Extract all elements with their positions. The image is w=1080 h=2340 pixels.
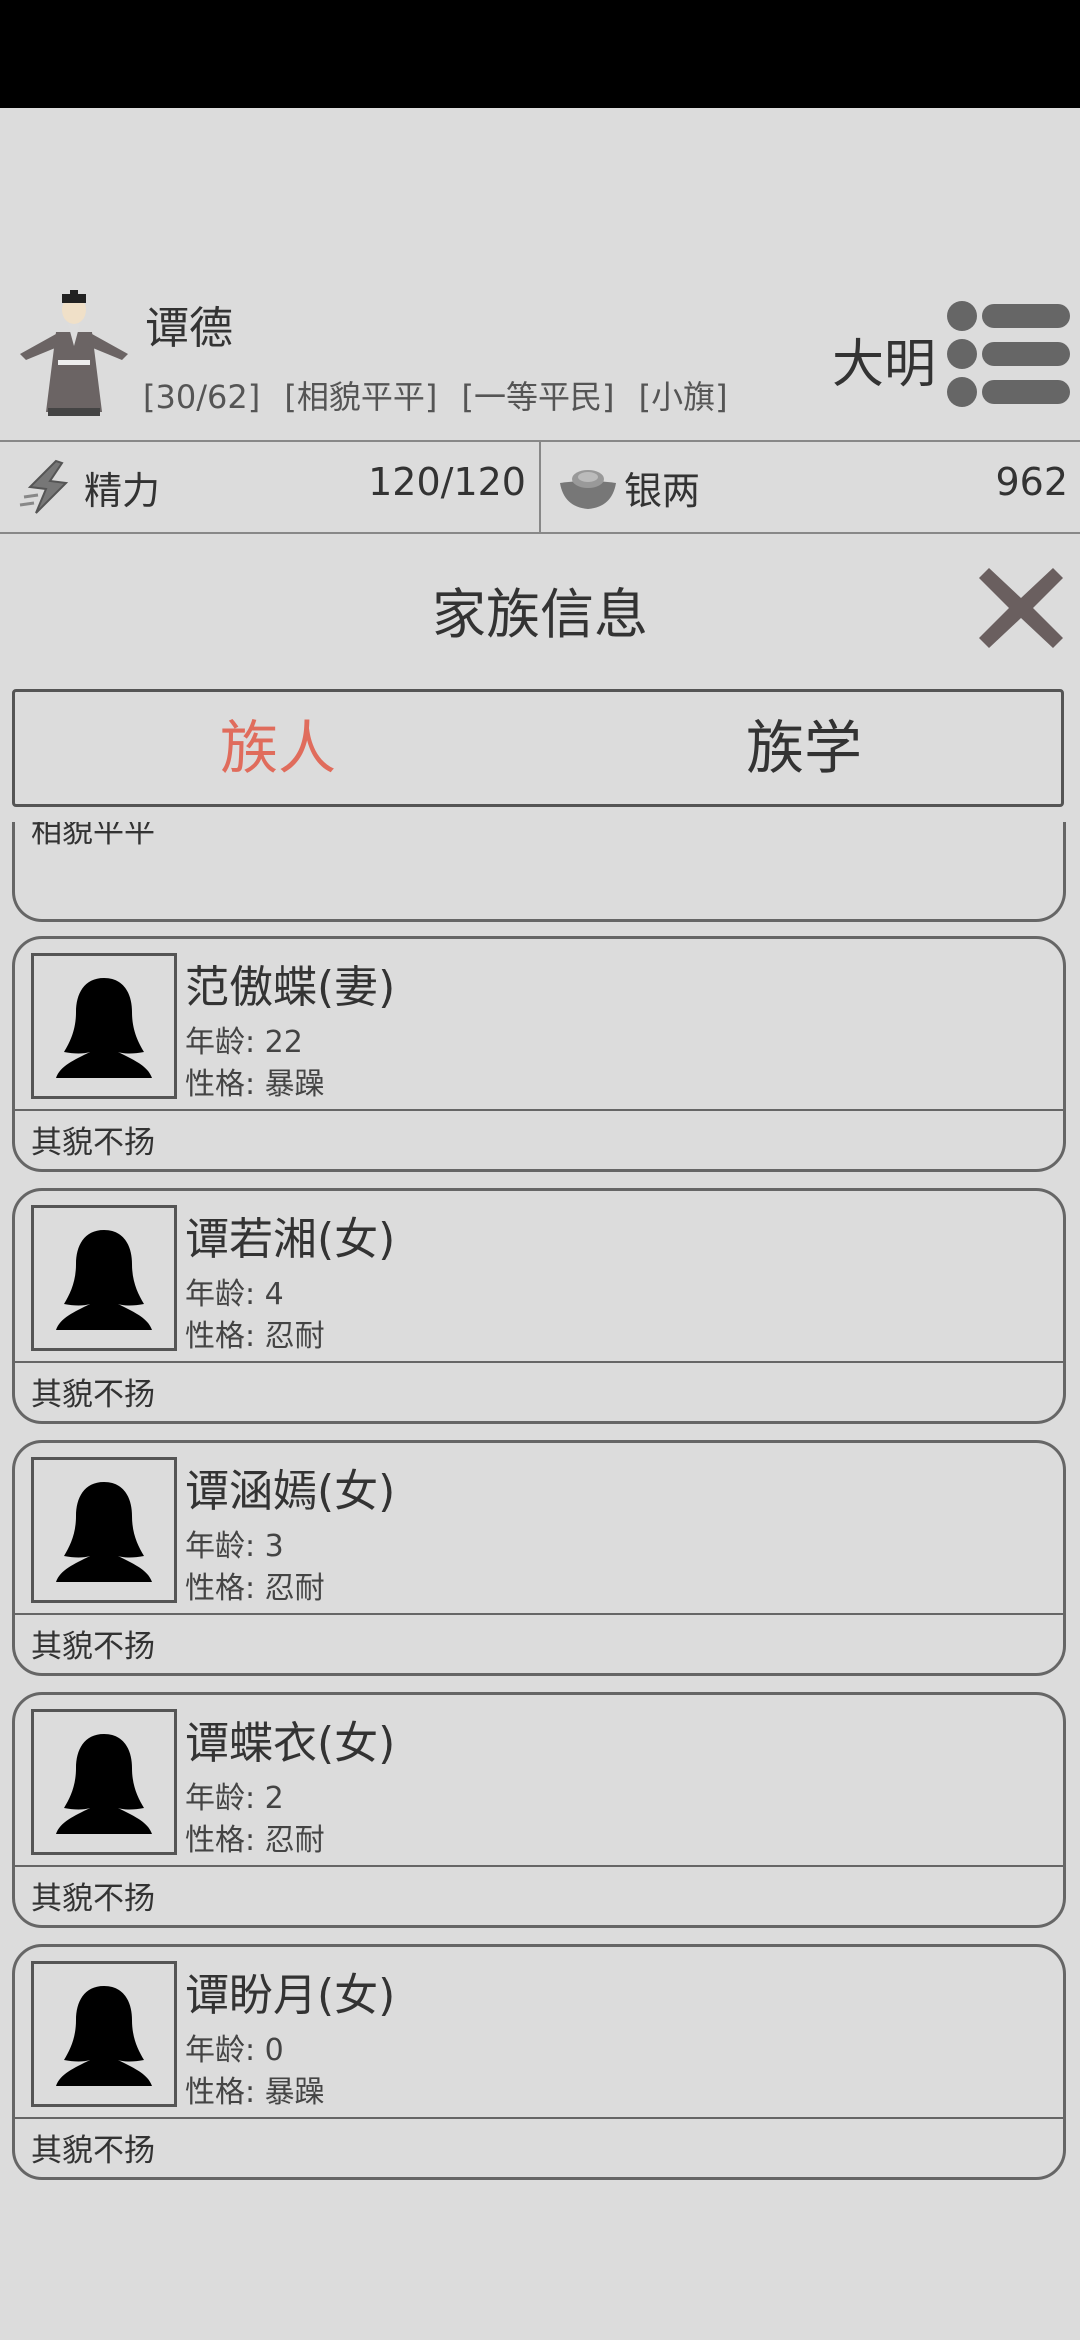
member-age: 年龄: 2 [185,1781,284,1816]
card-divider [15,1361,1063,1363]
female-silhouette-icon [31,1205,177,1351]
tag-appearance: [相貌平平] [284,378,438,416]
member-card[interactable]: 范傲蝶(妻) 年龄: 22 性格: 暴躁 其貌不扬 [12,936,1066,1172]
tab-clan-members[interactable]: 族人 [15,692,541,804]
player-name: 谭德 [145,303,233,354]
member-looks: 其貌不扬 [31,1377,155,1413]
card-divider [15,1613,1063,1615]
member-personality: 性格: 暴躁 [185,1067,325,1102]
member-looks: 其貌不扬 [31,1629,155,1665]
member-age: 年龄: 3 [185,1529,284,1564]
player-tags: [30/62] [相貌平平] [一等平民] [小旗] [143,372,742,418]
tab-clan-school[interactable]: 族学 [541,692,1067,804]
member-looks: 其貌不扬 [31,1881,155,1917]
member-name: 谭涵嫣(女) [185,1466,396,1517]
female-silhouette-icon [31,953,177,1099]
member-card[interactable]: 谭蝶衣(女) 年龄: 2 性格: 忍耐 其貌不扬 [12,1692,1066,1928]
member-name: 谭若湘(女) [185,1214,396,1265]
member-personality: 性格: 忍耐 [185,1319,325,1354]
member-personality: 性格: 忍耐 [185,1571,325,1606]
member-looks: 其貌不扬 [31,1125,155,1161]
dynasty-label: 大明 [832,335,937,395]
member-card[interactable]: 谭若湘(女) 年龄: 4 性格: 忍耐 其貌不扬 [12,1188,1066,1424]
card-divider [15,1865,1063,1867]
member-age: 年龄: 0 [185,2033,284,2068]
member-name: 谭蝶衣(女) [185,1718,396,1769]
menu-icon[interactable] [944,294,1074,414]
member-personality: 性格: 暴躁 [185,2075,325,2110]
silver-label: 银两 [624,469,701,513]
energy-bolt-icon [19,459,69,514]
silver-ingot-icon [560,470,616,509]
silver-value: 962 [995,460,1068,504]
player-header: 谭德 [30/62] [相貌平平] [一等平民] [小旗] 大明 [0,280,1080,440]
resource-divider [539,442,541,532]
tab-bar: 族人 族学 [12,689,1064,807]
tag-stats: [30/62] [143,378,261,416]
energy-label: 精力 [84,469,161,513]
female-silhouette-icon [31,1457,177,1603]
member-name: 谭盼月(女) [185,1970,396,2021]
member-card[interactable]: 谭盼月(女) 年龄: 0 性格: 暴躁 其貌不扬 [12,1944,1066,2180]
member-card[interactable]: 谭涵嫣(女) 年龄: 3 性格: 忍耐 其貌不扬 [12,1440,1066,1676]
member-looks: 相貌平平 [31,822,155,850]
member-name: 范傲蝶(妻) [185,962,396,1013]
member-personality: 性格: 忍耐 [185,1823,325,1858]
close-icon[interactable] [975,562,1067,654]
member-age: 年龄: 22 [185,1025,303,1060]
card-divider [15,2117,1063,2119]
member-list[interactable]: 相貌平平 范傲蝶(妻) 年龄: 22 性格: 暴躁 其貌不扬 谭若湘(女) 年龄… [0,822,1080,2262]
female-silhouette-icon [31,1961,177,2107]
status-bar [0,0,1080,108]
resource-bar: 精力 120/120 银两 962 [0,440,1080,534]
energy-value: 120/120 [368,460,526,504]
female-silhouette-icon [31,1709,177,1855]
panel-title: 家族信息 [432,583,648,646]
tag-class: [一等平民] [461,378,615,416]
player-avatar[interactable] [12,288,137,418]
tag-rank: [小旗] [638,378,728,416]
member-looks: 其貌不扬 [31,2133,155,2169]
card-divider [15,1109,1063,1111]
member-age: 年龄: 4 [185,1277,284,1312]
member-card-partial[interactable]: 相貌平平 [12,822,1066,922]
